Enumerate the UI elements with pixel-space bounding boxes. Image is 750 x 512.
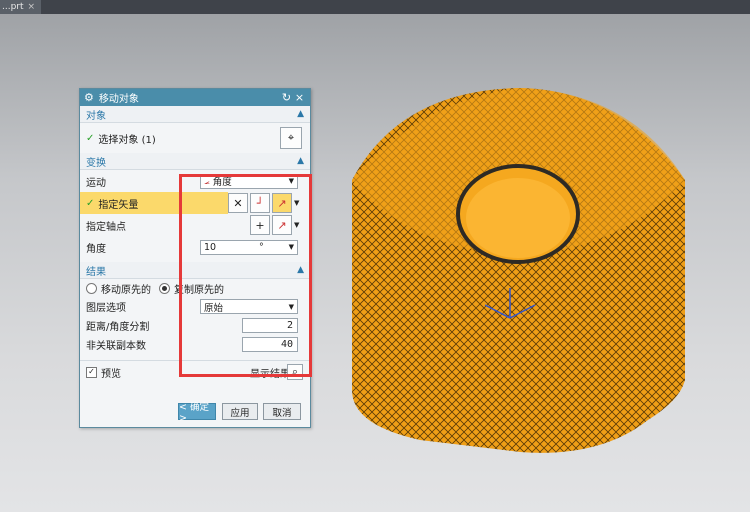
dialog-title: 移动对象 [98,94,139,105]
move-original-radio[interactable] [86,282,97,294]
dialog-title-bar[interactable]: ⚙ 移动对象 ↻ × [80,89,310,106]
document-tab-bar: ...prt × [0,0,750,14]
close-tab-icon[interactable]: × [28,0,36,14]
preview-label: 预览 [101,368,121,380]
transform-section-header[interactable]: 变换 ▲ [80,153,310,170]
copy-original-radio[interactable] [159,282,170,294]
copies-label: 非关联副本数 [86,341,146,352]
select-object-label: 选择对象 (1) [98,134,156,146]
specify-pivot-label: 指定轴点 [86,221,126,233]
angle-label: 角度 [86,243,106,255]
document-tab[interactable]: ...prt × [0,0,42,14]
cancel-button[interactable]: 取消 [263,403,301,420]
preview-checkbox[interactable]: ✓ [86,366,97,378]
check-icon: ✓ [86,197,95,209]
callout-highlight-box [179,174,312,377]
apply-button[interactable]: 应用 [222,403,258,420]
object-section-header[interactable]: 对象 ▲ [80,106,310,123]
close-icon[interactable]: × [293,91,306,104]
ok-button[interactable]: < 确定 > [178,402,216,424]
reset-icon[interactable]: ↻ [280,91,293,104]
select-object-button[interactable]: ⌖ [280,127,302,149]
transform-section-label: 变换 [86,157,106,169]
motion-label: 运动 [86,177,106,189]
check-icon: ✓ [86,132,95,144]
helical-mesh-model[interactable] [352,88,685,453]
chevron-up-icon[interactable]: ▲ [297,109,304,119]
gear-icon[interactable]: ⚙ [84,91,94,104]
distance-split-label: 距离/角度分割 [86,322,150,333]
layer-option-label: 图层选项 [86,303,126,314]
chevron-up-icon[interactable]: ▲ [297,156,304,166]
select-object-row: ✓ 选择对象 (1) ⌖ [80,123,310,153]
object-section-label: 对象 [86,110,106,122]
document-tab-label: ...prt [2,2,24,12]
specify-vector-label: 指定矢量 [98,199,139,211]
move-original-label: 移动原先的 [101,284,151,296]
crosshair-icon: ⌖ [287,131,295,144]
